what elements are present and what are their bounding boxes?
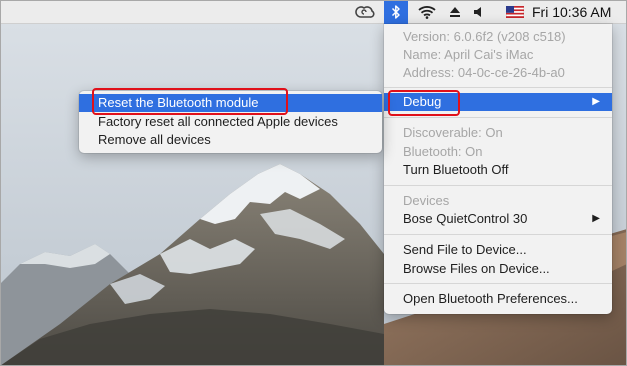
discoverable-status: Discoverable: On	[403, 125, 503, 140]
menu-divider	[384, 234, 612, 235]
submenu-arrow-icon: ▶	[592, 213, 600, 224]
bluetooth-status: Bluetooth: On	[403, 144, 483, 159]
browse-files-item[interactable]: Browse Files on Device...	[384, 260, 612, 278]
submenu-arrow-icon: ▶	[592, 96, 600, 107]
menu-divider	[384, 87, 612, 88]
bluetooth-address: Address: 04-0c-ce-26-4b-a0	[403, 65, 565, 80]
debug-menu-item[interactable]: Debug ▶	[384, 93, 612, 111]
wifi-icon[interactable]	[414, 0, 440, 24]
bluetooth-icon[interactable]	[384, 0, 408, 24]
open-bluetooth-preferences-item[interactable]: Open Bluetooth Preferences...	[384, 290, 612, 308]
creative-cloud-icon[interactable]	[352, 0, 378, 24]
reset-bluetooth-module-item[interactable]: Reset the Bluetooth module	[79, 94, 382, 112]
turn-bluetooth-off-item[interactable]: Turn Bluetooth Off	[384, 161, 612, 179]
device-item-bose[interactable]: Bose QuietControl 30 ▶	[384, 210, 612, 228]
factory-reset-item[interactable]: Factory reset all connected Apple device…	[79, 113, 382, 131]
menu-divider	[384, 185, 612, 186]
menu-bar: Fri 10:36 AM	[0, 0, 627, 24]
us-flag-icon[interactable]	[503, 0, 527, 24]
menu-divider	[384, 283, 612, 284]
devices-header: Devices	[403, 193, 450, 208]
bluetooth-version: Version: 6.0.6f2 (v208 c518)	[403, 29, 566, 44]
bluetooth-name: Name: April Cai's iMac	[403, 47, 534, 62]
eject-icon[interactable]	[444, 0, 466, 24]
menu-divider	[384, 117, 612, 118]
send-file-item[interactable]: Send File to Device...	[384, 241, 612, 259]
debug-label: Debug	[403, 94, 442, 109]
menu-bar-clock[interactable]: Fri 10:36 AM	[532, 0, 624, 24]
device-label: Bose QuietControl 30	[403, 211, 528, 226]
bluetooth-menu: Version: 6.0.6f2 (v208 c518) Name: April…	[384, 24, 612, 314]
volume-icon[interactable]	[468, 0, 490, 24]
remove-all-devices-item[interactable]: Remove all devices	[79, 131, 382, 149]
debug-submenu: Reset the Bluetooth module Factory reset…	[79, 91, 382, 153]
